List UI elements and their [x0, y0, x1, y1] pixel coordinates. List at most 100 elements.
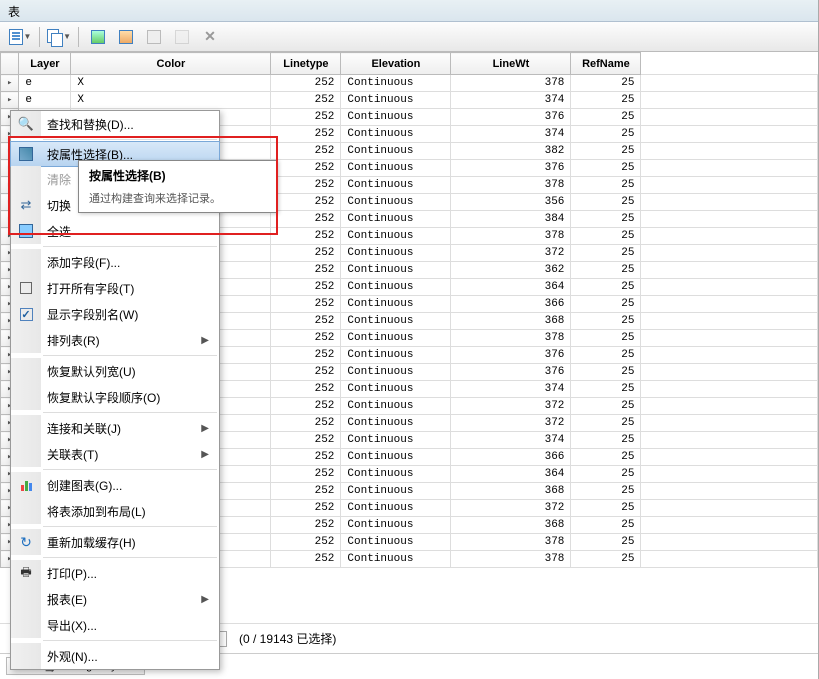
- cell-linewt[interactable]: 25: [571, 432, 641, 449]
- cell-elevation[interactable]: 366: [451, 449, 571, 466]
- cell-elevation[interactable]: 376: [451, 364, 571, 381]
- cell-linewt[interactable]: 25: [571, 313, 641, 330]
- cell-linewt[interactable]: 25: [571, 398, 641, 415]
- cell-linetype[interactable]: Continuous: [341, 313, 451, 330]
- cell-color[interactable]: 252: [271, 500, 341, 517]
- cell-color[interactable]: 252: [271, 449, 341, 466]
- cell-color[interactable]: 252: [271, 466, 341, 483]
- cell-color[interactable]: 252: [271, 347, 341, 364]
- cell-refname[interactable]: [641, 228, 818, 245]
- cell-elevation[interactable]: 376: [451, 347, 571, 364]
- cell-color[interactable]: 252: [271, 211, 341, 228]
- cell-refname[interactable]: [641, 143, 818, 160]
- close-button[interactable]: ✕: [198, 26, 222, 48]
- cell-refname[interactable]: [641, 500, 818, 517]
- cell-linewt[interactable]: 25: [571, 211, 641, 228]
- menu-add-field[interactable]: 添加字段(F)...: [11, 249, 219, 275]
- cell-linetype[interactable]: Continuous: [341, 160, 451, 177]
- select-by-attributes-icon[interactable]: [86, 26, 110, 48]
- cell-refname[interactable]: [641, 109, 818, 126]
- cell-linetype[interactable]: Continuous: [341, 211, 451, 228]
- table-row[interactable]: ▸eX252Continuous37425: [1, 92, 818, 109]
- cell[interactable]: e: [19, 92, 71, 109]
- cell-color[interactable]: 252: [271, 415, 341, 432]
- cell-linetype[interactable]: Continuous: [341, 381, 451, 398]
- cell-color[interactable]: 252: [271, 279, 341, 296]
- column-header[interactable]: Layer: [19, 53, 71, 75]
- cell-refname[interactable]: [641, 92, 818, 109]
- cell[interactable]: e: [19, 75, 71, 92]
- cell-elevation[interactable]: 366: [451, 296, 571, 313]
- cell-color[interactable]: 252: [271, 262, 341, 279]
- cell-linetype[interactable]: Continuous: [341, 466, 451, 483]
- cell-layer[interactable]: X: [71, 92, 271, 109]
- menu-report[interactable]: 报表(E) ▶: [11, 586, 219, 612]
- cell-color[interactable]: 252: [271, 330, 341, 347]
- cell-linewt[interactable]: 25: [571, 483, 641, 500]
- cell-color[interactable]: 252: [271, 517, 341, 534]
- related-tables-button[interactable]: ▼: [47, 26, 71, 48]
- cell-linewt[interactable]: 25: [571, 534, 641, 551]
- cell-color[interactable]: 252: [271, 313, 341, 330]
- cell-linewt[interactable]: 25: [571, 262, 641, 279]
- cell-linewt[interactable]: 25: [571, 296, 641, 313]
- cell-linetype[interactable]: Continuous: [341, 194, 451, 211]
- cell-color[interactable]: 252: [271, 551, 341, 568]
- cell-refname[interactable]: [641, 177, 818, 194]
- cell-elevation[interactable]: 372: [451, 500, 571, 517]
- table-options-button[interactable]: ▼: [8, 26, 32, 48]
- column-header[interactable]: RefName: [571, 53, 641, 75]
- cell-linewt[interactable]: 25: [571, 364, 641, 381]
- cell-color[interactable]: 252: [271, 398, 341, 415]
- cell-color[interactable]: 252: [271, 109, 341, 126]
- column-header[interactable]: [1, 53, 19, 75]
- cell-refname[interactable]: [641, 534, 818, 551]
- cell-linetype[interactable]: Continuous: [341, 398, 451, 415]
- cell-color[interactable]: 252: [271, 160, 341, 177]
- cell-linetype[interactable]: Continuous: [341, 432, 451, 449]
- switch-selection-icon[interactable]: [114, 26, 138, 48]
- menu-relates[interactable]: 关联表(T) ▶: [11, 441, 219, 467]
- cell-color[interactable]: 252: [271, 245, 341, 262]
- cell-linetype[interactable]: Continuous: [341, 415, 451, 432]
- cell-elevation[interactable]: 378: [451, 534, 571, 551]
- cell-refname[interactable]: [641, 245, 818, 262]
- cell-refname[interactable]: [641, 75, 818, 92]
- cell-refname[interactable]: [641, 347, 818, 364]
- cell-elevation[interactable]: 378: [451, 75, 571, 92]
- cell-elevation[interactable]: 378: [451, 177, 571, 194]
- menu-create-chart[interactable]: 创建图表(G)...: [11, 472, 219, 498]
- cell-elevation[interactable]: 382: [451, 143, 571, 160]
- cell-linetype[interactable]: Continuous: [341, 296, 451, 313]
- cell-linewt[interactable]: 25: [571, 245, 641, 262]
- menu-find-replace[interactable]: 🔍 查找和替换(D)...: [11, 111, 219, 137]
- cell-elevation[interactable]: 376: [451, 160, 571, 177]
- cell-refname[interactable]: [641, 211, 818, 228]
- row-header[interactable]: ▸: [1, 92, 19, 109]
- cell-refname[interactable]: [641, 551, 818, 568]
- cell-linewt[interactable]: 25: [571, 177, 641, 194]
- row-header[interactable]: ▸: [1, 75, 19, 92]
- cell-elevation[interactable]: 356: [451, 194, 571, 211]
- cell-linetype[interactable]: Continuous: [341, 330, 451, 347]
- cell-linetype[interactable]: Continuous: [341, 92, 451, 109]
- cell-linetype[interactable]: Continuous: [341, 228, 451, 245]
- cell-refname[interactable]: [641, 313, 818, 330]
- cell-color[interactable]: 252: [271, 296, 341, 313]
- cell-color[interactable]: 252: [271, 534, 341, 551]
- cell-linetype[interactable]: Continuous: [341, 245, 451, 262]
- cell-linetype[interactable]: Continuous: [341, 500, 451, 517]
- cell-linewt[interactable]: 25: [571, 92, 641, 109]
- column-header[interactable]: Color: [71, 53, 271, 75]
- cell-color[interactable]: 252: [271, 194, 341, 211]
- cell-linetype[interactable]: Continuous: [341, 177, 451, 194]
- cell-linewt[interactable]: 25: [571, 415, 641, 432]
- cell-linetype[interactable]: Continuous: [341, 347, 451, 364]
- menu-sort[interactable]: 排列表(R) ▶: [11, 327, 219, 353]
- cell-elevation[interactable]: 378: [451, 228, 571, 245]
- cell-refname[interactable]: [641, 432, 818, 449]
- column-header[interactable]: Linetype: [271, 53, 341, 75]
- cell-refname[interactable]: [641, 381, 818, 398]
- cell-linetype[interactable]: Continuous: [341, 551, 451, 568]
- menu-reload-cache[interactable]: ↻ 重新加载缓存(H): [11, 529, 219, 555]
